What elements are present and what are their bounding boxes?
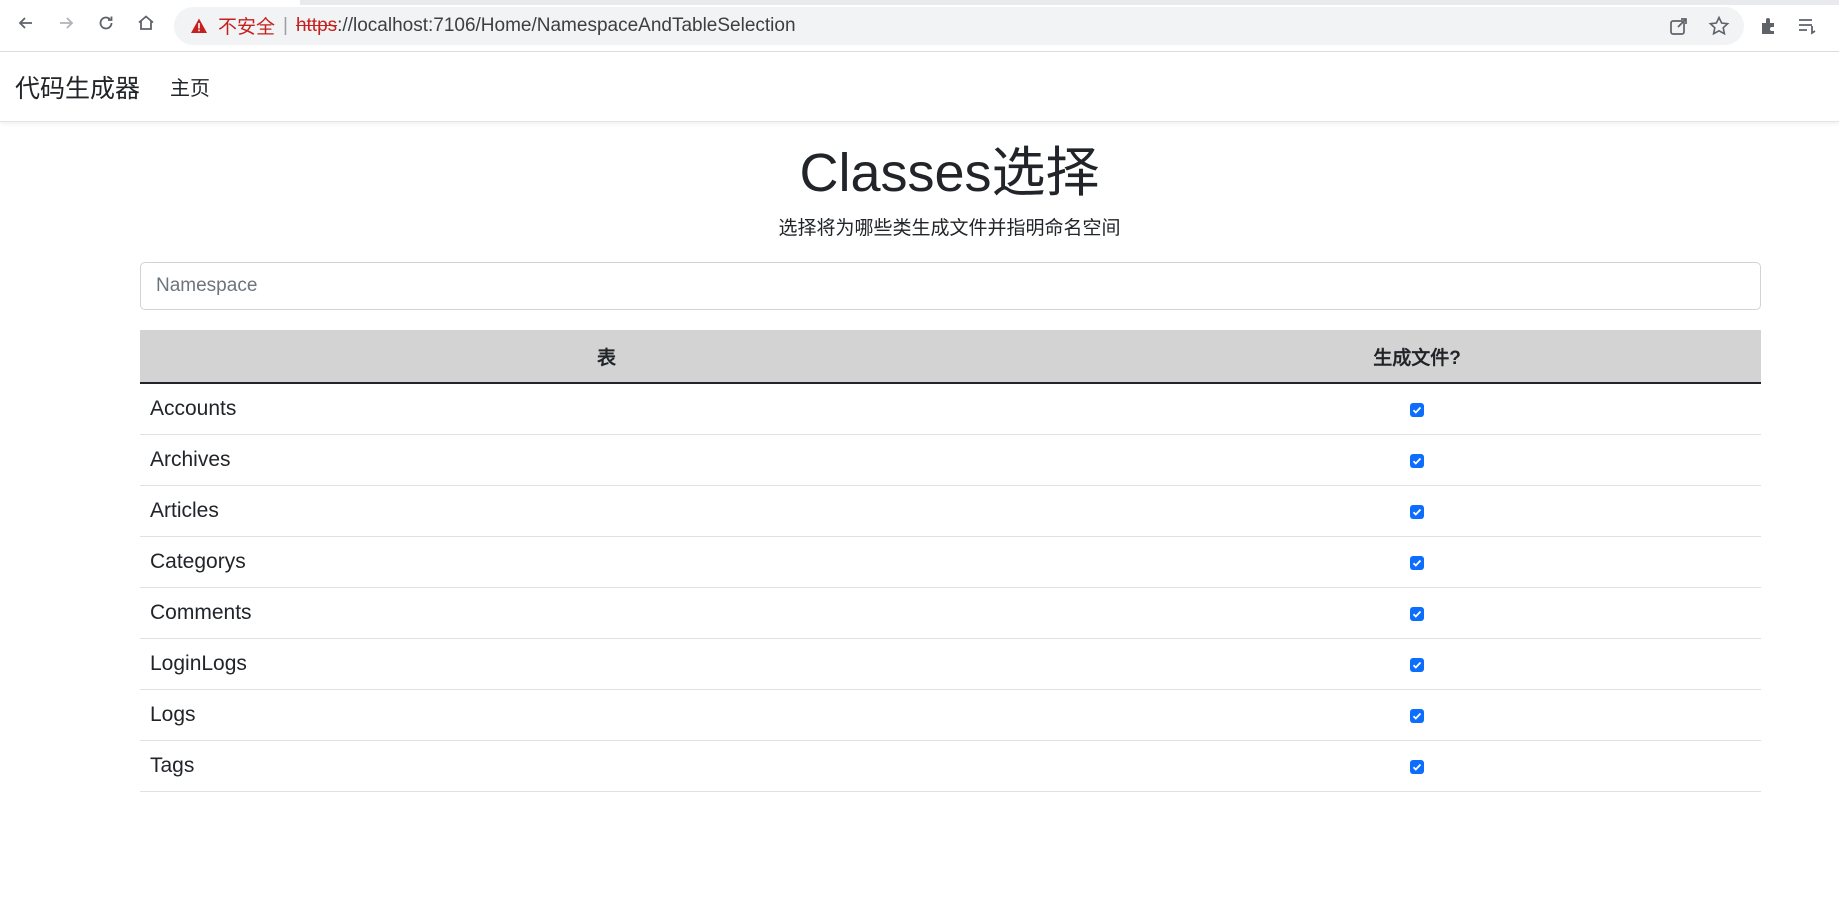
generate-cell (1073, 485, 1761, 538)
browser-extras (1758, 15, 1818, 37)
table-name-cell: Archives (140, 434, 1074, 487)
generate-checkbox[interactable] (1410, 708, 1425, 723)
home-icon (136, 13, 156, 38)
reload-icon (96, 13, 116, 38)
omnibox-actions (1668, 15, 1730, 37)
table-name-cell: Categorys (140, 536, 1074, 589)
back-button[interactable] (6, 6, 46, 46)
column-header-table: 表 (140, 330, 1074, 385)
checkmark-icon (1412, 457, 1422, 465)
generate-checkbox[interactable] (1410, 453, 1425, 468)
generate-checkbox[interactable] (1410, 504, 1425, 519)
generate-checkbox[interactable] (1410, 759, 1425, 774)
table-name-cell: Tags (140, 740, 1074, 793)
table-row: Comments (140, 587, 1761, 640)
table-name-cell: Articles (140, 485, 1074, 538)
page-subtitle: 选择将为哪些类生成文件并指明命名空间 (778, 218, 1121, 240)
table-header-row: 表 生成文件? (140, 330, 1761, 385)
generate-checkbox[interactable] (1410, 402, 1425, 417)
url-scheme: https (295, 14, 338, 36)
forward-icon (56, 13, 76, 38)
namespace-input[interactable] (140, 262, 1761, 311)
checkmark-icon (1412, 610, 1422, 618)
tab-strip (300, 0, 1839, 5)
address-bar[interactable]: 不安全 | https ://localhost:7106/Home/Names… (174, 6, 1744, 45)
generate-cell (1073, 587, 1761, 640)
table-row: Archives (140, 434, 1761, 487)
site-navbar: 代码生成器 主页 (0, 52, 1839, 122)
forward-button[interactable] (46, 6, 86, 46)
table-row: Categorys (140, 536, 1761, 589)
column-header-generate: 生成文件? (1073, 330, 1761, 385)
back-icon (16, 13, 36, 38)
extensions-icon[interactable] (1758, 15, 1780, 37)
tables-table: 表 生成文件? Accounts Archives Articles Category… (140, 330, 1761, 793)
browser-toolbar: 不安全 | https ://localhost:7106/Home/Names… (0, 0, 1839, 52)
table-name-cell: Logs (140, 689, 1074, 742)
generate-cell (1073, 536, 1761, 589)
generate-checkbox[interactable] (1410, 606, 1425, 621)
generate-cell (1073, 740, 1761, 793)
checkmark-icon (1412, 406, 1422, 414)
generate-checkbox[interactable] (1410, 657, 1425, 672)
star-icon[interactable] (1708, 15, 1730, 37)
security-label[interactable]: 不安全 (218, 12, 275, 39)
reload-button[interactable] (86, 6, 126, 46)
table-body: Accounts Archives Articles Categorys Comment… (140, 383, 1761, 793)
table-name-cell: Comments (140, 587, 1074, 640)
url-text: ://localhost:7106/Home/NamespaceAndTable… (337, 14, 796, 36)
omnibox-separator: | (283, 14, 288, 36)
checkmark-icon (1412, 559, 1422, 567)
generate-checkbox[interactable] (1410, 555, 1425, 570)
reading-list-icon[interactable] (1796, 15, 1818, 37)
table-row: Tags (140, 740, 1761, 793)
generate-cell (1073, 638, 1761, 691)
checkmark-icon (1412, 763, 1422, 771)
checkmark-icon (1412, 712, 1422, 720)
generate-cell (1073, 689, 1761, 742)
generate-cell (1073, 383, 1761, 436)
main-content: Classes选择 选择将为哪些类生成文件并指明命名空间 表 生成文件? Acc… (0, 143, 1839, 793)
brand-link[interactable]: 代码生成器 (15, 69, 140, 105)
home-button[interactable] (126, 6, 166, 46)
checkmark-icon (1412, 661, 1422, 669)
share-icon[interactable] (1668, 15, 1690, 37)
checkmark-icon (1412, 508, 1422, 516)
nav-link-home[interactable]: 主页 (170, 72, 210, 101)
table-name-cell: Accounts (140, 383, 1074, 436)
table-row: LoginLogs (140, 638, 1761, 691)
warning-icon[interactable] (190, 17, 208, 35)
table-row: Logs (140, 689, 1761, 742)
generate-cell (1073, 434, 1761, 487)
page-title: Classes选择 (799, 143, 1100, 203)
table-row: Articles (140, 485, 1761, 538)
table-name-cell: LoginLogs (140, 638, 1074, 691)
table-row: Accounts (140, 383, 1761, 436)
